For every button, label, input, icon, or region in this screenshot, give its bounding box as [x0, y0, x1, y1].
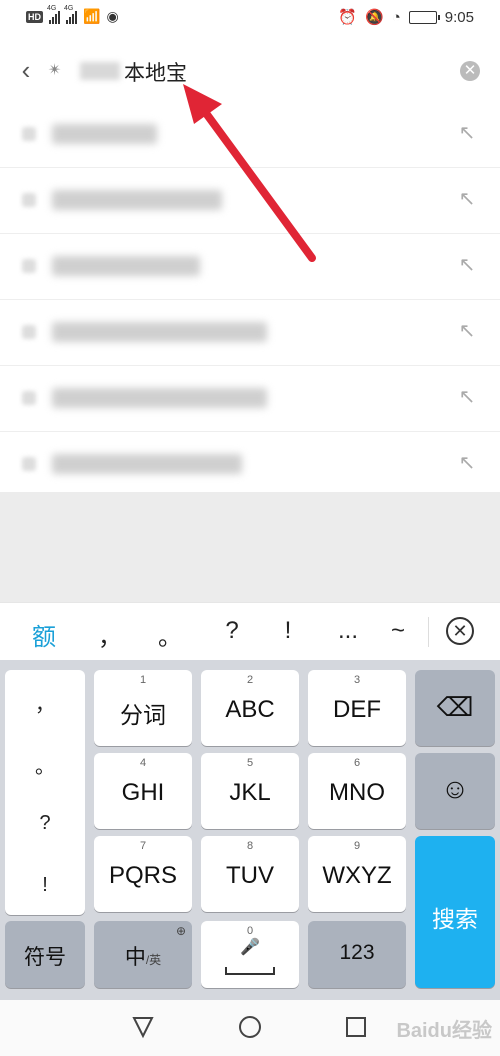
close-keyboard-icon[interactable]: ✕ [446, 617, 474, 645]
symbols-button[interactable]: 符号 [5, 921, 85, 988]
key-7-pqrs[interactable]: 7 PQRS [94, 836, 192, 912]
nav-recents-icon[interactable] [343, 1014, 369, 1040]
key-3-def[interactable]: 3 DEF [308, 670, 406, 746]
clock-time: 9:05 [444, 8, 474, 26]
arrow-up-left-icon[interactable]: ↖ [456, 188, 478, 210]
nav-back-icon[interactable] [130, 1014, 156, 1040]
punct-period[interactable]: 。 [5, 750, 85, 779]
emoji-button[interactable]: ☺ [415, 753, 495, 829]
candidate-punct[interactable]: ! [268, 617, 308, 645]
search-icon [22, 127, 36, 141]
microphone-icon: 🎤 [240, 939, 260, 956]
candidate-punct[interactable]: ~ [378, 617, 418, 645]
sparkle-icon: ✴ [48, 62, 62, 79]
arrow-up-left-icon[interactable]: ↖ [456, 320, 478, 342]
suggestion-item[interactable]: ↖ [0, 366, 500, 432]
network-type-label: 4G [47, 4, 57, 12]
candidate-punct[interactable]: 。 [150, 617, 190, 652]
divider [428, 617, 429, 647]
key-0-number: 0 [246, 925, 254, 937]
navigation-bar: Baidu经验 [0, 1000, 500, 1056]
punct-question[interactable]: ? [5, 812, 85, 835]
language-toggle-label: 中/英 [94, 941, 192, 971]
suggestion-item[interactable]: ↖ [0, 234, 500, 300]
blurred-suggestion-text [52, 322, 267, 342]
backspace-button[interactable]: ⌫ [415, 670, 495, 746]
key-2-abc[interactable]: 2 ABC [201, 670, 299, 746]
numbers-button[interactable]: 123 [308, 921, 406, 988]
keyboard: ， 。 ? ! 1 分词 2 ABC 3 DEF ⌫ 4 GHI 5 JKL 6 MNO ☺… [0, 660, 500, 1000]
arrow-up-left-icon[interactable]: ↖ [456, 386, 478, 408]
lang-main-label: 中 [124, 946, 146, 969]
speed-icon: ◔ [391, 8, 401, 26]
arrow-up-left-icon[interactable]: ↖ [456, 452, 478, 474]
signal-icon: 4G [47, 5, 60, 24]
candidate-punct[interactable]: ? [212, 617, 252, 645]
blurred-suggestion-text [52, 256, 200, 276]
battery-icon [408, 10, 440, 24]
network-type-label: 4G [64, 4, 74, 12]
search-icon [22, 457, 36, 471]
backspace-icon: ⌫ [436, 692, 474, 722]
key-6-mno[interactable]: 6 MNO [308, 753, 406, 829]
candidate-punct[interactable]: ... [328, 617, 368, 645]
candidate-bar: 额 ， 。 ? ! ... ~ ✕ [0, 602, 500, 661]
status-bar: HD 4G 4G 📶 ◉ ⏰ 🔕 ◔ 9:05 [0, 0, 500, 40]
key-1-fenci[interactable]: 1 分词 [94, 670, 192, 746]
empty-area [0, 492, 500, 602]
key-4-ghi[interactable]: 4 GHI [94, 753, 192, 829]
blurred-suggestion-text [52, 388, 267, 408]
search-icon [22, 391, 36, 405]
eye-icon: ◉ [106, 8, 119, 24]
candidate-punct[interactable]: ， [90, 617, 130, 652]
alarm-icon: ⏰ [338, 9, 358, 26]
blurred-query-prefix [80, 62, 120, 80]
arrow-up-left-icon[interactable]: ↖ [456, 122, 478, 144]
language-toggle-button[interactable]: 中/英 ⊕ [94, 921, 192, 988]
signal-icon: 4G [64, 5, 77, 24]
lang-sub-label: /英 [145, 953, 162, 967]
search-icon [22, 193, 36, 207]
suggestion-item[interactable]: ↖ [0, 168, 500, 234]
blurred-suggestion-text [52, 454, 242, 474]
space-key[interactable]: 0 🎤 [201, 921, 299, 988]
clear-circle-icon[interactable]: ✕ [460, 61, 480, 81]
blurred-suggestion-text [52, 124, 157, 144]
suggestion-list: ↖ ↖ ↖ ↖ ↖ ↖ [0, 102, 500, 492]
suggestion-item[interactable]: ↖ [0, 432, 500, 497]
suggestion-item[interactable]: ↖ [0, 102, 500, 168]
suggestion-item[interactable]: ↖ [0, 300, 500, 366]
blurred-suggestion-text [52, 190, 222, 210]
candidate-word[interactable]: 额 [24, 617, 64, 652]
search-button[interactable]: 搜索 [415, 836, 495, 988]
arrow-up-left-icon[interactable]: ↖ [456, 254, 478, 276]
key-8-tuv[interactable]: 8 TUV [201, 836, 299, 912]
key-9-wxyz[interactable]: 9 WXYZ [308, 836, 406, 912]
search-input[interactable]: 本地宝 [124, 57, 187, 87]
globe-icon: ⊕ [175, 924, 186, 938]
hd-badge: HD [26, 10, 43, 23]
punct-exclaim[interactable]: ! [5, 874, 85, 897]
smiley-icon: ☺ [440, 773, 470, 804]
punctuation-column[interactable]: ， 。 ? ! [5, 670, 85, 915]
mute-icon: 🔕 [365, 9, 384, 26]
chevron-left-icon[interactable]: ‹ [12, 56, 40, 84]
watermark-logo: Baidu经验 [396, 1020, 492, 1042]
search-header: ‹ ✴ 本地宝 ✕ [0, 40, 500, 103]
wifi-icon: 📶 [83, 8, 101, 24]
key-5-jkl[interactable]: 5 JKL [201, 753, 299, 829]
search-icon [22, 325, 36, 339]
space-bar-icon [225, 967, 275, 975]
search-icon [22, 259, 36, 273]
nav-home-icon[interactable] [237, 1014, 263, 1040]
punct-comma[interactable]: ， [5, 688, 85, 717]
